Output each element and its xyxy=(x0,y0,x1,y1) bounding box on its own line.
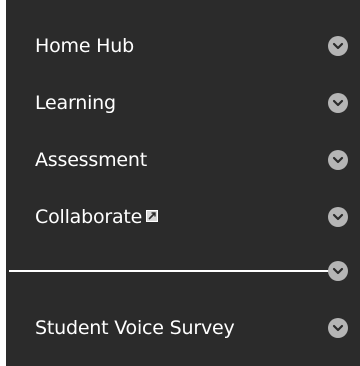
nav-item-learning[interactable]: Learning xyxy=(6,79,360,127)
menu-divider-row xyxy=(6,256,360,286)
nav-item-label: Student Voice Survey xyxy=(35,317,235,339)
nav-item-label: Collaborate xyxy=(35,206,143,228)
divider xyxy=(9,270,331,272)
nav-item-assessment[interactable]: Assessment xyxy=(6,136,360,184)
navigation-menu: Home Hub Learning Assessment Collaborate xyxy=(6,0,360,366)
nav-item-collaborate[interactable]: Collaborate xyxy=(6,193,360,241)
nav-item-label: Learning xyxy=(35,92,116,114)
nav-item-student-voice-survey[interactable]: Student Voice Survey xyxy=(6,304,360,352)
chevron-down-icon[interactable] xyxy=(328,93,348,113)
chevron-down-icon[interactable] xyxy=(328,261,348,281)
chevron-down-icon[interactable] xyxy=(328,207,348,227)
nav-item-label-row: Collaborate xyxy=(35,206,159,228)
nav-item-label: Assessment xyxy=(35,149,147,171)
external-link-icon xyxy=(146,210,159,222)
chevron-down-icon[interactable] xyxy=(328,150,348,170)
chevron-down-icon[interactable] xyxy=(328,36,348,56)
nav-item-home-hub[interactable]: Home Hub xyxy=(6,22,360,70)
chevron-down-icon[interactable] xyxy=(328,318,348,338)
nav-item-label: Home Hub xyxy=(35,35,134,57)
